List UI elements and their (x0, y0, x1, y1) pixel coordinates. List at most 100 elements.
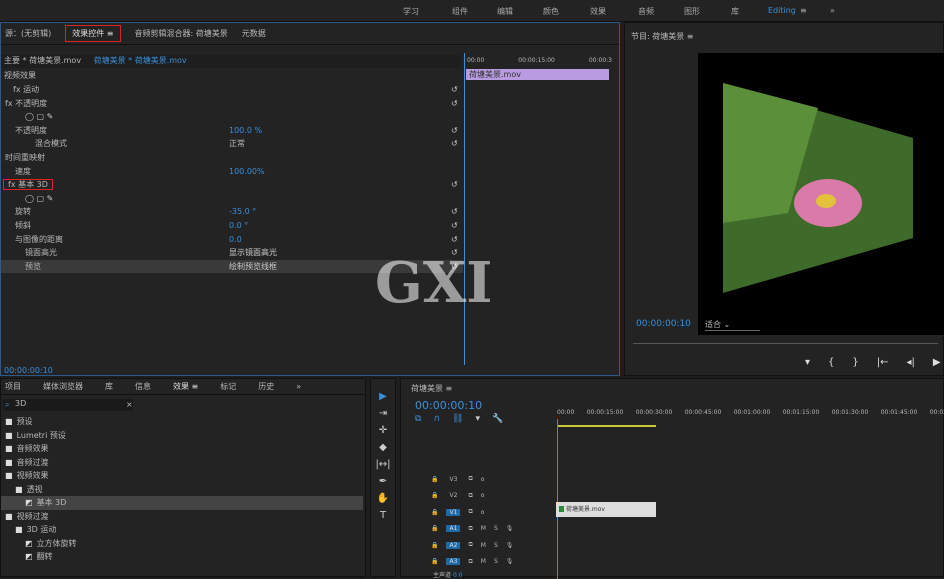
track-target[interactable]: A3 (446, 558, 461, 566)
solo-button[interactable]: S (494, 558, 498, 565)
razor-tool-icon[interactable]: ◆ (379, 442, 387, 453)
tab-project-5[interactable]: 标记 (220, 381, 236, 392)
reset-icon[interactable]: ↺ (451, 137, 458, 150)
lock-icon[interactable]: 🔒 (431, 509, 438, 516)
effects-tree-item[interactable]: ◩ 立方体旋转 (1, 537, 363, 551)
effects-search-input[interactable]: 3D (3, 399, 133, 411)
mute-button[interactable]: M (481, 542, 486, 549)
reset-icon[interactable]: ↺ (451, 233, 458, 246)
effects-tree-item[interactable]: ■ 音频过渡 (1, 456, 363, 470)
workspace-library[interactable]: 库 (731, 6, 739, 17)
tab-source[interactable]: 源：(无剪辑) (5, 28, 51, 39)
linked-selection-icon[interactable]: ⛓ (452, 414, 463, 424)
sync-lock-icon[interactable]: ⧉ (468, 475, 472, 483)
track-target[interactable]: A1 (446, 525, 461, 533)
property-value[interactable]: 绘制预览线框 (229, 260, 277, 273)
sync-lock-icon[interactable]: ⧉ (468, 525, 472, 533)
effect-property-row[interactable]: 速度 100.00% (1, 165, 463, 178)
effect-property-row[interactable]: fx 运动 ↺ (1, 83, 463, 96)
workspace-graphics[interactable]: 图形 (684, 6, 700, 17)
master-volume[interactable]: 0.0 (453, 572, 463, 579)
effects-tree-item[interactable]: ■ 预设 (1, 415, 363, 429)
effects-tree-item[interactable]: ◩ 翻转 (1, 550, 363, 564)
lock-icon[interactable]: 🔒 (431, 525, 438, 532)
sync-lock-icon[interactable]: ⧉ (468, 492, 472, 500)
sync-lock-icon[interactable]: ⧉ (468, 508, 472, 516)
effect-property-row[interactable]: 时间重映射 (1, 151, 463, 164)
effects-tree-item[interactable]: ■ 视频效果 (1, 469, 363, 483)
effects-tree-item[interactable]: ■ 音频效果 (1, 442, 363, 456)
reset-icon[interactable]: ↺ (451, 97, 458, 110)
property-value[interactable]: -35.0 ° (229, 205, 256, 218)
effects-tree-item[interactable]: ■ 视频过渡 (1, 510, 363, 524)
clip-bar[interactable]: 荷塘美景.mov (466, 69, 609, 80)
snap-icon[interactable]: ∩ (433, 414, 440, 424)
sync-lock-icon[interactable]: ⧉ (468, 541, 472, 549)
tab-project-3[interactable]: 信息 (135, 381, 151, 392)
tab-project-6[interactable]: 历史 (258, 381, 274, 392)
pen-tool-icon[interactable]: ✒ (379, 476, 387, 487)
effect-property-row[interactable]: 不透明度 100.0 % ↺ (1, 124, 463, 137)
step-back-icon[interactable]: ◂| (907, 357, 915, 368)
effect-property-row[interactable]: ◯ ▢ ✎ (1, 110, 463, 123)
sync-lock-icon[interactable]: ⧉ (468, 558, 472, 566)
effect-property-row[interactable]: 混合模式 正常 ↺ (1, 137, 463, 150)
effects-tree-item[interactable]: ◩ 基本 3D (1, 496, 363, 510)
lock-icon[interactable]: 🔒 (431, 558, 438, 565)
solo-button[interactable]: S (494, 525, 498, 532)
workspace-audio[interactable]: 音频 (638, 6, 654, 17)
reset-icon[interactable]: ↺ (451, 83, 458, 96)
lock-icon[interactable]: 🔒 (431, 476, 438, 483)
tab-project-7[interactable]: » (296, 382, 301, 391)
mask-tools[interactable]: ◯ ▢ ✎ (25, 112, 53, 121)
track-target[interactable]: A2 (446, 541, 461, 549)
mute-button[interactable]: M (481, 525, 486, 532)
reset-icon[interactable]: ↺ (451, 219, 458, 232)
effect-property-row[interactable]: 与图像的距离 0.0 ↺ (1, 233, 463, 246)
sequence-clip-dropdown[interactable]: 荷塘美景 * 荷塘美景.mov (94, 56, 187, 65)
effect-controls-timecode[interactable]: 00:00:00:10 (4, 366, 53, 375)
workspace-learn[interactable]: 学习 (403, 6, 419, 17)
track-target[interactable]: V3 (446, 476, 460, 483)
microphone-icon[interactable]: 🎙 (506, 542, 514, 549)
work-area-bar[interactable] (558, 425, 656, 427)
tab-project-4[interactable]: 效果 ≡ (173, 381, 198, 392)
tab-project-1[interactable]: 媒体浏览器 (43, 381, 83, 392)
property-value[interactable]: 100.00% (229, 165, 265, 178)
workspace-effects[interactable]: 效果 (590, 6, 606, 17)
fit-dropdown[interactable]: 适合 ⌄ (705, 319, 760, 331)
add-marker-icon[interactable]: ▾ (475, 414, 480, 424)
tab-project-2[interactable]: 库 (105, 381, 113, 392)
tab-audio-mixer[interactable]: 音频剪辑混合器: 荷塘美景 (135, 28, 228, 39)
effect-property-row[interactable]: 旋转 -35.0 ° ↺ (1, 205, 463, 218)
workspace-editing[interactable]: Editing (768, 6, 796, 15)
property-value[interactable]: 显示镜面高光 (229, 246, 277, 259)
lock-icon[interactable]: 🔒 (431, 542, 438, 549)
sequence-tab[interactable]: 荷塘美景 ≡ (411, 383, 452, 394)
property-value[interactable]: 0.0 (229, 233, 242, 246)
nest-icon[interactable]: ⧉ (415, 414, 421, 424)
track-target[interactable]: V1 (446, 508, 461, 516)
more-workspaces[interactable]: » (830, 6, 835, 15)
hand-tool-icon[interactable]: ✋ (377, 493, 389, 504)
effect-property-row[interactable]: 倾斜 0.0 ° ↺ (1, 219, 463, 232)
program-timecode[interactable]: 00:00:00:10 (636, 319, 691, 329)
marker-icon[interactable]: ▾ (805, 357, 810, 368)
tab-project-0[interactable]: 项目 (5, 381, 21, 392)
tab-metadata[interactable]: 元数据 (242, 28, 266, 39)
workspace-color[interactable]: 颜色 (543, 6, 559, 17)
program-scrubber[interactable] (633, 343, 938, 344)
go-to-in-icon[interactable]: |← (877, 357, 889, 368)
track-select-tool-icon[interactable]: ⇥ (379, 408, 387, 419)
eye-icon[interactable]: o (481, 492, 485, 499)
wrench-icon[interactable]: 🔧 (492, 414, 503, 424)
effects-tree-item[interactable]: ■ Lumetri 预设 (1, 429, 363, 443)
play-icon[interactable]: ▶ (933, 357, 941, 368)
effects-tree-item[interactable]: ■ 透视 (1, 483, 363, 497)
tab-effect-controls[interactable]: 效果控件 ≡ (65, 25, 121, 42)
effect-property-row[interactable]: fx 不透明度 ↺ (1, 97, 463, 110)
workspace-menu[interactable]: ≡ (800, 6, 807, 15)
property-value[interactable]: 100.0 % (229, 124, 262, 137)
reset-icon[interactable]: ↺ (451, 178, 458, 191)
mask-tools[interactable]: ◯ ▢ ✎ (25, 194, 53, 203)
